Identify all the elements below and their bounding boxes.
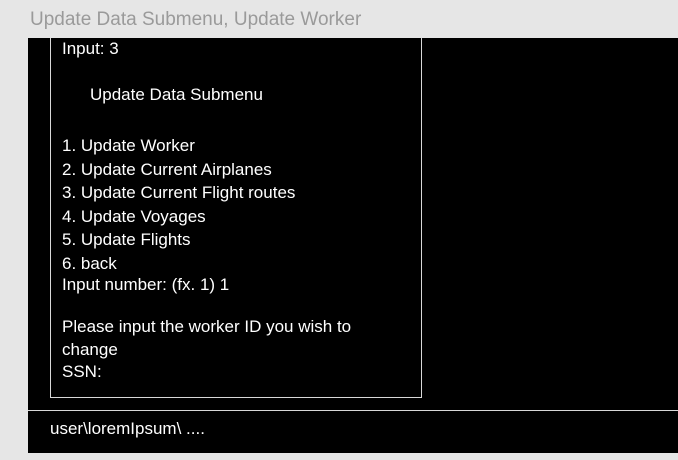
menu-item-update-worker: 1. Update Worker	[62, 136, 195, 155]
worker-prompt-line-2: change	[62, 339, 118, 359]
worker-id-prompt: Please input the worker ID you wish to c…	[62, 316, 351, 384]
menu-item-update-flight-routes: 3. Update Current Flight routes	[62, 183, 296, 202]
menu-heading: Update Data Submenu	[90, 85, 263, 104]
menu-list: 1. Update Worker 2. Update Current Airpl…	[62, 134, 295, 275]
ssn-prompt[interactable]: SSN:	[62, 361, 351, 384]
menu-item-update-airplanes: 2. Update Current Airplanes	[62, 159, 272, 179]
console-output-box: Input: 3 Update Data Submenu 1. Update W…	[50, 38, 422, 398]
status-path: user\loremIpsum\ ....	[50, 419, 205, 438]
menu-item-update-flights: 5. Update Flights	[62, 230, 191, 249]
input-number-prompt: Input number: (fx. 1) 1	[62, 275, 230, 294]
menu-item-back: 6. back	[62, 253, 117, 273]
worker-prompt-line-1: Please input the worker ID you wish to	[62, 317, 352, 336]
input-echo: Input: 3	[62, 39, 119, 58]
window-title: Update Data Submenu, Update Worker	[30, 9, 362, 30]
status-divider	[28, 410, 678, 411]
menu-item-update-voyages: 4. Update Voyages	[62, 206, 206, 226]
terminal-window[interactable]: Input: 3 Update Data Submenu 1. Update W…	[28, 38, 678, 453]
